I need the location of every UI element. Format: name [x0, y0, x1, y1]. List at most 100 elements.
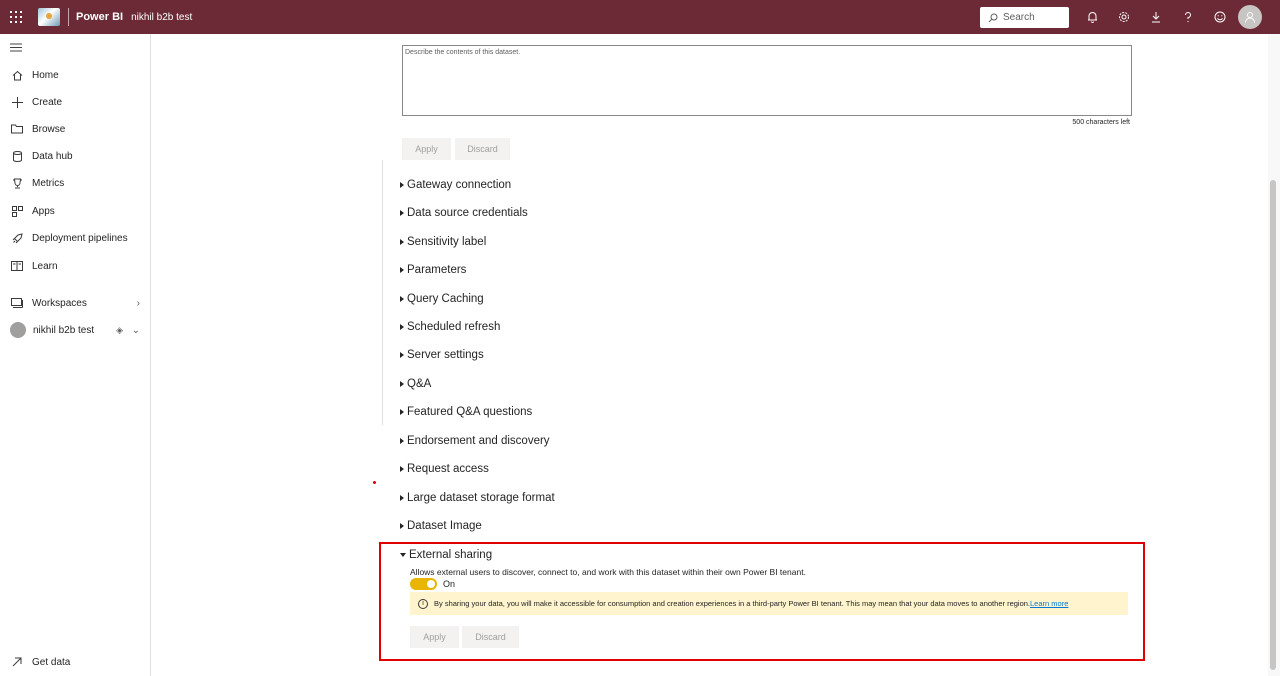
section-external-sharing[interactable]: External sharing — [400, 547, 492, 563]
app-launcher-button[interactable] — [0, 0, 32, 34]
nav-item-apps[interactable]: Apps — [0, 200, 150, 222]
section-parameters[interactable]: Parameters — [400, 262, 466, 278]
caret-right-icon — [400, 466, 404, 472]
bell-icon[interactable] — [1076, 0, 1108, 34]
section-label: External sharing — [409, 549, 493, 561]
brand-name[interactable]: Power BI — [76, 11, 123, 23]
section-server-settings[interactable]: Server settings — [400, 347, 484, 363]
nav-item-learn[interactable]: Learn — [0, 255, 150, 277]
section-label: Endorsement and discovery — [407, 435, 550, 447]
nav-item-current-workspace[interactable]: nikhil b2b test ◈ ⌄ — [0, 319, 150, 341]
folder-icon — [10, 122, 24, 136]
external-sharing-discard-button[interactable]: Discard — [462, 626, 519, 648]
caret-right-icon — [400, 182, 404, 188]
workspaces-icon — [10, 296, 24, 310]
section-label: Query Caching — [407, 293, 484, 305]
content-divider — [382, 160, 383, 425]
user-avatar[interactable] — [1238, 5, 1262, 29]
caret-right-icon — [400, 381, 404, 387]
toggle-label: On — [443, 579, 456, 589]
section-label: Featured Q&A questions — [407, 406, 533, 418]
section-label: Q&A — [407, 378, 432, 390]
section-gateway-connection[interactable]: Gateway connection — [400, 177, 511, 193]
download-icon[interactable] — [1140, 0, 1172, 34]
page-scrollbar-thumb[interactable] — [1270, 180, 1276, 670]
external-sharing-apply-button[interactable]: Apply — [410, 626, 459, 648]
nav-item-home[interactable]: Home — [0, 64, 150, 86]
chevron-down-icon[interactable]: ⌄ — [132, 325, 140, 336]
arrow-up-right-icon — [10, 655, 24, 669]
caret-right-icon — [400, 438, 404, 444]
external-sharing-toggle[interactable] — [410, 578, 437, 590]
nav-item-metrics[interactable]: Metrics — [0, 172, 150, 194]
plus-icon — [10, 95, 24, 109]
nav-item-browse[interactable]: Browse — [0, 118, 150, 140]
nav-item-label: Home — [32, 69, 59, 81]
nav-item-deployment-pipelines[interactable]: Deployment pipelines — [0, 227, 150, 249]
trophy-icon — [10, 176, 24, 190]
section-scheduled-refresh[interactable]: Scheduled refresh — [400, 319, 500, 335]
search-box[interactable]: Search — [980, 7, 1069, 28]
smiley-feedback-icon[interactable] — [1204, 0, 1236, 34]
caret-right-icon — [400, 495, 404, 501]
caret-right-icon — [400, 239, 404, 245]
caret-right-icon — [400, 352, 404, 358]
person-icon — [1245, 12, 1255, 23]
description-placeholder: Describe the contents of this dataset. — [405, 49, 521, 56]
nav-item-create[interactable]: Create — [0, 91, 150, 113]
top-icon-bar — [1076, 0, 1262, 34]
description-textarea[interactable]: Describe the contents of this dataset. — [402, 45, 1132, 116]
toggle-knob — [427, 580, 435, 588]
characters-left-counter: 500 characters left — [1072, 119, 1130, 126]
search-placeholder: Search — [1003, 12, 1035, 23]
caret-right-icon — [400, 296, 404, 302]
section-query-caching[interactable]: Query Caching — [400, 291, 484, 307]
section-label: Large dataset storage format — [407, 492, 555, 504]
nav-item-label: Apps — [32, 205, 55, 217]
hamburger-icon[interactable] — [10, 40, 22, 55]
caret-right-icon — [400, 210, 404, 216]
caret-right-icon — [400, 267, 404, 273]
nav-item-workspaces[interactable]: Workspaces › — [0, 292, 150, 314]
left-nav: Home Create Browse Data hub Metrics Apps… — [0, 34, 151, 676]
nav-item-data-hub[interactable]: Data hub — [0, 145, 150, 167]
section-data-source-credentials[interactable]: Data source credentials — [400, 205, 528, 221]
section-label: Sensitivity label — [407, 236, 487, 248]
nav-item-label: Workspaces — [32, 297, 87, 309]
learn-more-link[interactable]: Learn more — [1030, 599, 1068, 608]
caret-right-icon — [400, 324, 404, 330]
section-large-dataset-storage-format[interactable]: Large dataset storage format — [400, 490, 555, 506]
brand-divider — [68, 8, 69, 26]
section-dataset-image[interactable]: Dataset Image — [400, 518, 482, 534]
nav-item-get-data[interactable]: Get data — [0, 651, 150, 673]
book-icon — [10, 259, 24, 273]
section-label: Parameters — [407, 264, 467, 276]
rocket-icon — [10, 231, 24, 245]
description-apply-button[interactable]: Apply — [402, 138, 451, 160]
section-label: Request access — [407, 463, 489, 475]
caret-down-icon — [400, 553, 406, 557]
section-featured-qa-questions[interactable]: Featured Q&A questions — [400, 404, 532, 420]
external-sharing-description: Allows external users to discover, conne… — [410, 567, 806, 577]
section-sensitivity-label[interactable]: Sensitivity label — [400, 234, 486, 250]
gear-icon[interactable] — [1108, 0, 1140, 34]
info-icon: i — [418, 598, 428, 609]
nav-item-label: Data hub — [32, 150, 73, 162]
database-icon — [10, 149, 24, 163]
external-sharing-warning: i By sharing your data, you will make it… — [410, 592, 1128, 615]
help-icon[interactable] — [1172, 0, 1204, 34]
section-label: Scheduled refresh — [407, 321, 501, 333]
section-qa[interactable]: Q&A — [400, 376, 431, 392]
nav-item-label: Metrics — [32, 177, 65, 189]
description-discard-button[interactable]: Discard — [455, 138, 510, 160]
search-icon — [988, 13, 998, 22]
waffle-icon — [10, 11, 22, 23]
nav-item-label: Get data — [32, 656, 71, 668]
section-endorsement-and-discovery[interactable]: Endorsement and discovery — [400, 433, 550, 449]
caret-right-icon — [400, 523, 404, 529]
apps-icon — [10, 204, 24, 218]
section-label: Gateway connection — [407, 179, 512, 191]
workspace-breadcrumb[interactable]: nikhil b2b test — [131, 12, 192, 23]
chevron-right-icon[interactable]: › — [137, 298, 140, 309]
section-request-access[interactable]: Request access — [400, 461, 489, 477]
